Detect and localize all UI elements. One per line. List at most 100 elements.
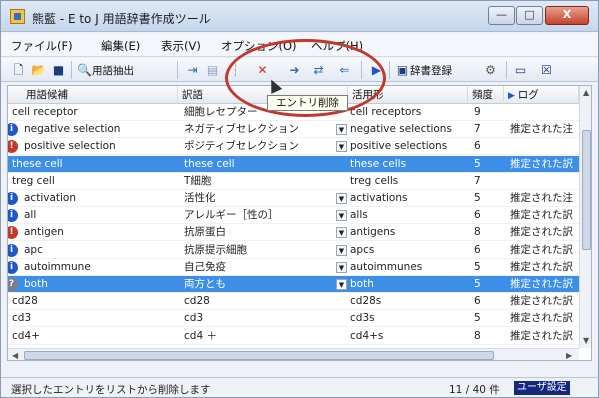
column-header-log[interactable]: ▶ ログ [504,86,579,104]
table-row[interactable]: these cell these cell these cells 5 推定された訳 [8,155,579,173]
translation-cell[interactable]: ポジティブセレクション [184,138,344,155]
form-cell[interactable]: these cells [350,156,468,173]
table-row[interactable]: i apc 抗原提示細胞 ▼ apcs 6 推定された訳 [8,242,579,259]
form-cell[interactable]: autoimmunes [350,259,468,276]
minimize-button[interactable]: — [488,6,515,25]
delete-entry-button[interactable]: ✕ [255,61,270,79]
table-row[interactable]: i negative selection ネガティブセレクション ▼ negative … [8,121,579,139]
menu-edit[interactable]: 編集(E) [101,38,140,54]
chevron-down-icon[interactable]: ▼ [336,210,347,222]
term-cell[interactable]: these cell [12,156,178,173]
form-cell[interactable]: cell receptors [350,104,468,121]
term-cell[interactable]: all [12,207,178,224]
chevron-down-icon[interactable]: ▼ [336,193,347,204]
table-row[interactable]: ? both 両方とも ▼ both 5 推定された訳 [8,276,579,293]
swap-button[interactable]: ⇄ [311,61,326,79]
column-header-form[interactable]: 活用形 [348,86,468,104]
term-cell[interactable]: apc [12,242,178,259]
column-header-frequency[interactable]: 頻度 [468,86,504,104]
scroll-up-icon[interactable]: ▲ [583,88,589,97]
menu-options[interactable]: オプション(O) [221,38,297,54]
horizontal-scrollbar[interactable]: ◀ ▶ [8,348,579,360]
vertical-scroll-thumb[interactable] [582,130,591,250]
filter-button[interactable]: ☒ [539,61,554,79]
menu-view[interactable]: 表示(V) [161,38,201,54]
table-row[interactable]: ! antigen 抗原蛋白 ▼ antigens 8 推定された訳 [8,224,579,242]
title-bar[interactable]: 熊藍 - E to J 用語辞書作成ツール — □ X [1,1,598,32]
term-cell[interactable]: treg cell [12,173,178,190]
table-row[interactable]: cd4+ cd4 ＋ cd4+s 8 推定された訳 [8,328,579,345]
translation-cell[interactable]: ネガティブセレクション [184,121,344,138]
add-entry-button[interactable]: ▤ [205,61,220,79]
register-dictionary-button[interactable]: ▣ 辞書登録 [395,61,452,79]
move-right-button[interactable]: ➜ [287,61,302,79]
translation-cell[interactable]: cd3 [184,310,344,327]
table-row[interactable]: i all アレルギー［性の］ ▼ alls 6 推定された訳 [8,207,579,225]
term-cell[interactable]: negative selection [12,121,178,138]
table-row[interactable]: cd3 cd3 cd3s 5 推定された訳 [8,310,579,328]
close-button[interactable]: X [545,6,589,25]
chevron-down-icon[interactable]: ▼ [336,124,347,136]
table-row[interactable]: i activation 活性化 ▼ activations 5 推定された注 [8,190,579,207]
save-button[interactable]: ■ [51,61,66,79]
term-cell[interactable]: cd28 [12,293,178,310]
form-cell[interactable]: positive selections [350,138,468,155]
translation-cell[interactable]: 抗原蛋白 [184,224,344,241]
translation-cell[interactable]: 自己免疫 [184,259,344,276]
menu-help[interactable]: ヘルプ(H) [311,38,363,54]
translation-cell[interactable]: 抗原提示細胞 [184,242,344,259]
term-cell[interactable]: cell receptor [12,104,178,121]
scroll-down-icon[interactable]: ▼ [583,336,589,345]
chevron-down-icon[interactable]: ▼ [336,279,347,290]
translation-cell[interactable]: アレルギー［性の］ [184,207,344,224]
menu-file[interactable]: ファイル(F) [11,38,73,54]
vertical-scrollbar[interactable]: ▲ ▼ [579,86,591,348]
open-folder-button[interactable]: 📂 [31,61,46,79]
chevron-down-icon[interactable]: ▼ [336,227,347,239]
translation-cell[interactable]: 両方とも [184,276,344,293]
table-row[interactable]: i autoimmune 自己免疫 ▼ autoimmunes 5 推定された訳 [8,259,579,276]
term-cell[interactable]: cd3 [12,310,178,327]
term-cell[interactable]: both [12,276,178,293]
chevron-down-icon[interactable]: ▼ [336,244,347,256]
table-row[interactable]: cd28 cd28 cd28s 6 推定された訳 [8,293,579,311]
extract-terms-button[interactable]: 🔍 用語抽出 [77,61,134,79]
chevron-down-icon[interactable]: ▼ [336,141,347,153]
horizontal-scroll-thumb[interactable] [24,351,494,360]
translation-cell[interactable]: these cell [184,156,344,173]
settings-button[interactable]: ⚙ [483,61,498,79]
form-cell[interactable]: both [350,276,468,293]
term-cell[interactable]: positive selection [12,138,178,155]
form-cell[interactable]: alls [350,207,468,224]
form-cell[interactable]: cd3s [350,310,468,327]
term-cell[interactable]: cd4+ [12,328,178,345]
translation-cell[interactable]: 活性化 [184,190,344,207]
maximize-button[interactable]: □ [516,6,543,25]
form-cell[interactable]: cd4+s [350,328,468,345]
form-cell[interactable]: cd28s [350,293,468,310]
term-cell[interactable]: autoimmune [12,259,178,276]
term-cell[interactable]: activation [12,190,178,207]
play-button[interactable]: ▶ [369,61,384,79]
move-left-button[interactable]: ⇐ [337,61,352,79]
column-header-term[interactable]: 用語候補 [8,86,178,104]
form-cell[interactable]: treg cells [350,173,468,190]
new-file-button[interactable]: 🗋 [11,61,26,79]
form-cell[interactable]: antigens [350,224,468,241]
scroll-left-icon[interactable]: ◀ [12,351,18,360]
user-settings-badge[interactable]: ユーザ設定 [514,381,570,395]
term-cell[interactable]: antigen [12,224,178,241]
translation-cell[interactable]: T細胞 [184,173,344,190]
table-row[interactable]: treg cell T細胞 treg cells 7 [8,173,579,190]
table-row[interactable]: ! positive selection ポジティブセレクション ▼ positive … [8,138,579,156]
scroll-right-icon[interactable]: ▶ [566,351,572,360]
translation-cell[interactable]: cd4 ＋ [184,328,344,345]
translation-cell[interactable]: cd28 [184,293,344,310]
window-icon: ▭ [514,62,527,77]
form-cell[interactable]: negative selections [350,121,468,138]
import-button[interactable]: ⇥ [185,61,200,79]
form-cell[interactable]: activations [350,190,468,207]
chevron-down-icon[interactable]: ▼ [336,261,347,273]
window-button[interactable]: ▭ [513,61,528,79]
form-cell[interactable]: apcs [350,242,468,259]
